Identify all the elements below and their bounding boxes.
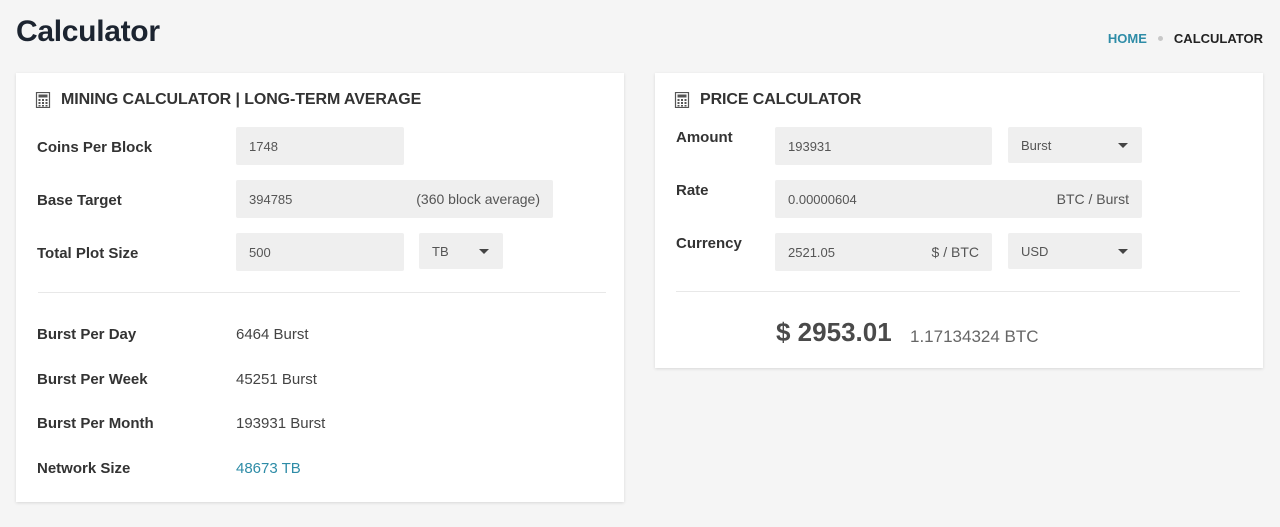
- breadcrumb-separator: [1157, 36, 1163, 41]
- base-target-suffix: (360 block average): [416, 191, 540, 207]
- burst-per-day-label: Burst Per Day: [37, 326, 137, 343]
- page-title: Calculator: [16, 15, 160, 48]
- network-size-link[interactable]: 48673 TB: [236, 460, 301, 477]
- burst-per-month-label: Burst Per Month: [37, 415, 154, 432]
- price-panel-title: PRICE CALCULATOR: [700, 91, 862, 108]
- total-btc-value: 1.17134324 BTC: [910, 327, 1039, 346]
- breadcrumb: HOME CALCULATOR: [1108, 31, 1263, 46]
- coins-per-block-input[interactable]: 1748: [236, 127, 404, 165]
- mining-divider: [38, 292, 606, 293]
- amount-label: Amount: [676, 129, 733, 146]
- base-target-value: 394785: [249, 191, 293, 207]
- mining-panel-title: MINING CALCULATOR | LONG-TERM AVERAGE: [61, 91, 422, 108]
- mining-panel-header: MINING CALCULATOR | LONG-TERM AVERAGE: [35, 91, 421, 109]
- currency-rate-value: 2521.05: [788, 244, 835, 260]
- breadcrumb-home-link[interactable]: HOME: [1108, 31, 1147, 46]
- price-calculator-panel: PRICE CALCULATOR Amount 193931 Burst Rat…: [655, 73, 1263, 368]
- plot-size-input[interactable]: 500: [236, 233, 404, 271]
- rate-suffix: BTC / Burst: [1056, 191, 1129, 207]
- chevron-down-icon: [479, 248, 489, 254]
- amount-unit-selected: Burst: [1021, 137, 1052, 153]
- burst-per-day-value: 6464 Burst: [236, 326, 309, 343]
- burst-per-month-value: 193931 Burst: [236, 415, 326, 432]
- price-divider: [676, 291, 1240, 292]
- price-panel-header: PRICE CALCULATOR: [674, 91, 861, 109]
- currency-select[interactable]: USD: [1008, 233, 1142, 269]
- chevron-down-icon: [1118, 142, 1128, 148]
- amount-input[interactable]: 193931: [775, 127, 992, 165]
- amount-value: 193931: [788, 138, 832, 154]
- rate-input[interactable]: 0.00000604 BTC / Burst: [775, 180, 1142, 218]
- mining-calculator-panel: MINING CALCULATOR | LONG-TERM AVERAGE Co…: [16, 73, 624, 502]
- plot-unit-selected: TB: [432, 243, 449, 259]
- calculator-icon: [674, 92, 690, 108]
- plot-size-label: Total Plot Size: [37, 245, 139, 262]
- currency-selected: USD: [1021, 243, 1049, 259]
- currency-rate-input[interactable]: 2521.05 $ / BTC: [775, 233, 992, 271]
- total-usd-value: $ 2953.01: [776, 317, 892, 347]
- plot-unit-select[interactable]: TB: [419, 233, 503, 269]
- network-size-label: Network Size: [37, 460, 131, 477]
- currency-rate-suffix: $ / BTC: [931, 244, 979, 260]
- base-target-input[interactable]: 394785 (360 block average): [236, 180, 553, 218]
- coins-per-block-value: 1748: [249, 138, 278, 154]
- calculator-icon: [35, 92, 51, 108]
- base-target-label: Base Target: [37, 192, 122, 209]
- breadcrumb-current: CALCULATOR: [1173, 31, 1263, 46]
- currency-label: Currency: [676, 235, 742, 252]
- burst-per-week-label: Burst Per Week: [37, 371, 148, 388]
- amount-unit-select[interactable]: Burst: [1008, 127, 1142, 163]
- coins-per-block-label: Coins Per Block: [37, 139, 153, 156]
- rate-label: Rate: [676, 182, 709, 199]
- rate-value: 0.00000604: [788, 191, 857, 207]
- burst-per-week-value: 45251 Burst: [236, 371, 317, 388]
- chevron-down-icon: [1118, 248, 1128, 254]
- plot-size-value: 500: [249, 244, 271, 260]
